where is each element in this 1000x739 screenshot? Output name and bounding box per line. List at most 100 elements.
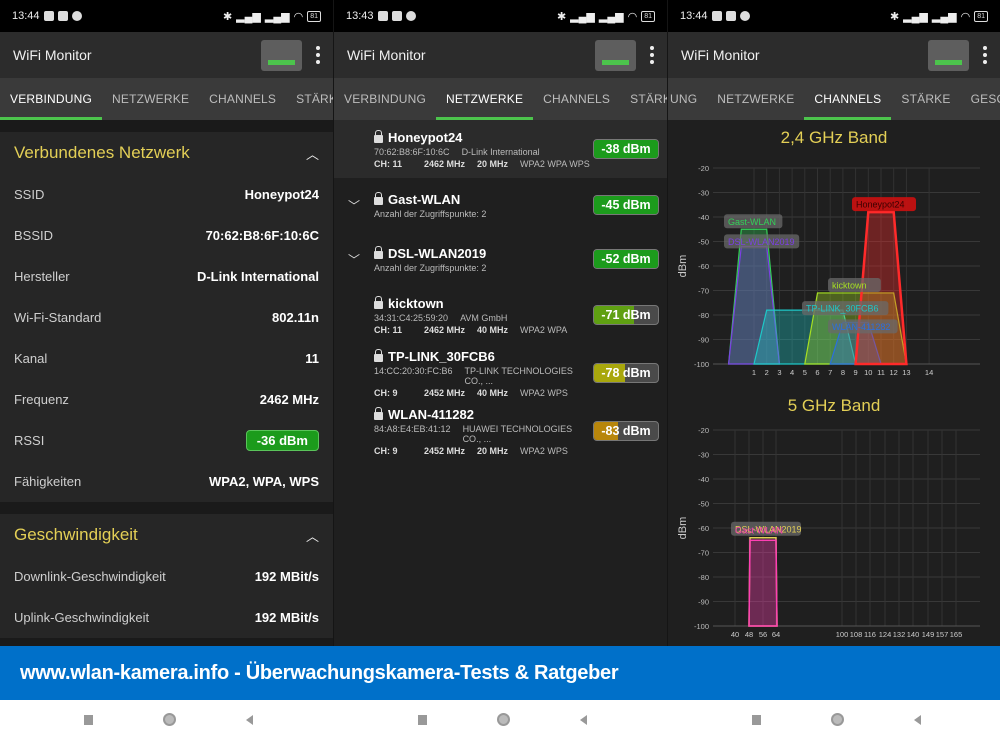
network-meta: 84:A8:E4:EB:41:12 HUAWEI TECHNOLOGIES CO.… xyxy=(374,424,593,444)
x-tick-label: 7 xyxy=(828,368,832,377)
signal-strength-button[interactable] xyxy=(595,39,636,71)
network-list-item[interactable]: TP-LINK_30FCB6 14:CC:20:30:FC:B6 TP-LINK T… xyxy=(334,344,667,402)
x-tick-label: 100 xyxy=(836,630,849,639)
channel-width: 40 MHz xyxy=(477,387,509,398)
value: 192 MBit/s xyxy=(254,569,319,584)
channel-width: 20 MHz xyxy=(477,158,509,169)
rssi-badge: -83 dBm xyxy=(593,421,659,441)
app-title: WiFi Monitor xyxy=(13,47,92,63)
overflow-menu-icon[interactable] xyxy=(650,46,654,64)
tab-netzwerke[interactable]: NETZWERKE xyxy=(707,78,804,120)
value: D-Link International xyxy=(196,269,319,284)
home-icon[interactable] xyxy=(163,713,176,726)
back-icon[interactable] xyxy=(580,714,587,725)
x-tick-label: 6 xyxy=(815,368,819,377)
tab-staerke[interactable]: STÄRKE xyxy=(891,78,960,120)
network-list-item[interactable]: WLAN-411282 84:A8:E4:EB:41:12 HUAWEI TECHN… xyxy=(334,402,667,460)
bluetooth-icon: ✱ xyxy=(889,10,900,23)
lock-icon xyxy=(374,191,383,205)
y-tick-label: -80 xyxy=(698,573,709,582)
app-bar: WiFi Monitor xyxy=(0,32,333,78)
security: WPA2 WPA WPS xyxy=(520,158,590,169)
label: Hersteller xyxy=(14,269,70,284)
rssi-badge: -45 dBm xyxy=(593,195,659,215)
x-tick-label: 1 xyxy=(752,368,756,377)
clock: 13:43 xyxy=(346,10,374,22)
ap-count: Anzahl der Zugriffspunkte: 2 xyxy=(374,208,487,219)
tab-channels[interactable]: CHANNELS xyxy=(533,78,620,120)
frequency: 2452 MHz xyxy=(424,445,466,456)
label: RSSI xyxy=(14,433,45,448)
row-kanal: Kanal 11 xyxy=(0,338,333,379)
notification-icon xyxy=(405,11,416,21)
overflow-menu-icon[interactable] xyxy=(316,46,320,64)
ssid-text: WLAN-411282 xyxy=(388,406,474,422)
tab-staerke[interactable]: STÄRKE xyxy=(286,78,333,120)
y-tick-label: -60 xyxy=(698,524,709,533)
x-tick-label: 165 xyxy=(950,630,963,639)
home-icon[interactable] xyxy=(497,713,510,726)
x-tick-label: 4 xyxy=(790,368,794,377)
label: Wi-Fi-Standard xyxy=(14,310,102,325)
network-ssid: TP-LINK_30FCB6 xyxy=(374,348,593,364)
signal-bar-icon xyxy=(602,59,629,65)
row-wifi-standard: Wi-Fi-Standard 802.11n xyxy=(0,297,333,338)
network-list-item[interactable]: Honeypot24 70:62:B8:6F:10:6C D-Link Intern… xyxy=(334,120,667,178)
ssid-text: TP-LINK_30FCB6 xyxy=(388,348,495,364)
lock-icon xyxy=(374,295,383,309)
y-tick-label: -50 xyxy=(698,238,709,247)
y-tick-label: -30 xyxy=(698,189,709,198)
tab-netzwerke[interactable]: NETZWERKE xyxy=(436,78,534,120)
label: Kanal xyxy=(14,351,48,366)
chart-5ghz: dBm -20 -30 -40 -50 -60 -70 -80 -90 -100 40 48 56 64 1… xyxy=(677,426,980,639)
rssi-badge: -78 dBm xyxy=(593,363,659,383)
bssid: 84:A8:E4:EB:41:12 xyxy=(374,423,451,434)
tab-verbindung[interactable]: UNG xyxy=(668,78,707,120)
signal-strength-button[interactable] xyxy=(928,39,969,71)
channel-area-gast-wlan xyxy=(748,539,778,627)
overflow-menu-icon[interactable] xyxy=(983,46,987,64)
wifi-icon: ◠ xyxy=(627,10,638,23)
recents-icon[interactable] xyxy=(84,714,93,725)
phone-screen-verbindung: 13:44 ✱ ▂▄▆ ▂▄▆ ◠ 81 WiFi Monitor VERBINDUNG… xyxy=(0,0,334,646)
tab-channels[interactable]: CHANNELS xyxy=(199,78,286,120)
network-list-item[interactable]: kicktown 34:31:C4:25:59:20 AVM GmbH CH: 11 2… xyxy=(334,286,667,344)
network-list-item[interactable]: ﹀ DSL-WLAN2019 Anzahl der Zugriffspunkte: … xyxy=(334,232,667,286)
ssid-text: kicktown xyxy=(388,295,444,311)
network-sub: Anzahl der Zugriffspunkte: 2 xyxy=(374,209,593,219)
section-header[interactable]: Verbundenes Netzwerk ︿ xyxy=(0,132,333,174)
rssi-badge: -36 dBm xyxy=(245,430,319,451)
y-axis-label: dBm xyxy=(677,517,689,540)
home-icon[interactable] xyxy=(831,713,844,726)
screens: 13:44 ✱ ▂▄▆ ▂▄▆ ◠ 81 WiFi Monitor VERBINDUNG… xyxy=(0,0,1000,646)
back-icon[interactable] xyxy=(914,714,921,725)
tab-geschwindigkeit[interactable]: GESCHW xyxy=(961,78,1000,120)
rssi-value: -71 dBm xyxy=(601,308,651,322)
section-header[interactable]: Geschwindigkeit ︿ xyxy=(0,514,333,556)
phone-screen-netzwerke: 13:43 ✱ ▂▄▆ ▂▄▆ ◠ 81 WiFi Monitor VERBINDUNG… xyxy=(334,0,668,646)
chevron-down-icon[interactable]: ﹀ xyxy=(334,197,374,214)
chevron-down-icon[interactable]: ﹀ xyxy=(334,251,374,268)
recents-icon[interactable] xyxy=(752,714,761,725)
tab-verbindung[interactable]: VERBINDUNG xyxy=(334,78,436,120)
recents-icon[interactable] xyxy=(418,714,427,725)
y-tick-label: -20 xyxy=(698,426,709,435)
row-bssid: BSSID 70:62:B8:6F:10:6C xyxy=(0,215,333,256)
chevron-up-icon[interactable]: ︿ xyxy=(306,526,319,545)
chevron-up-icon[interactable]: ︿ xyxy=(306,144,319,163)
tab-netzwerke[interactable]: NETZWERKE xyxy=(102,78,199,120)
tab-verbindung[interactable]: VERBINDUNG xyxy=(0,78,103,120)
back-icon[interactable] xyxy=(246,714,253,725)
network-list-item[interactable]: ﹀ Gast-WLAN Anzahl der Zugriffspunkte: 2 -4… xyxy=(334,178,667,232)
tab-staerke[interactable]: STÄRKE xyxy=(620,78,667,120)
x-tick-label: 12 xyxy=(890,368,898,377)
section-title: Geschwindigkeit xyxy=(14,525,138,544)
channel: CH: 11 xyxy=(374,158,403,169)
frequency: 2462 MHz xyxy=(424,158,466,169)
signal-strength-button[interactable] xyxy=(261,39,302,71)
navigation-bar xyxy=(0,700,1000,739)
battery-icon: 81 xyxy=(974,10,988,22)
tab-channels[interactable]: CHANNELS xyxy=(804,78,892,120)
x-tick-label: 13 xyxy=(902,368,910,377)
notification-icon xyxy=(391,11,402,21)
